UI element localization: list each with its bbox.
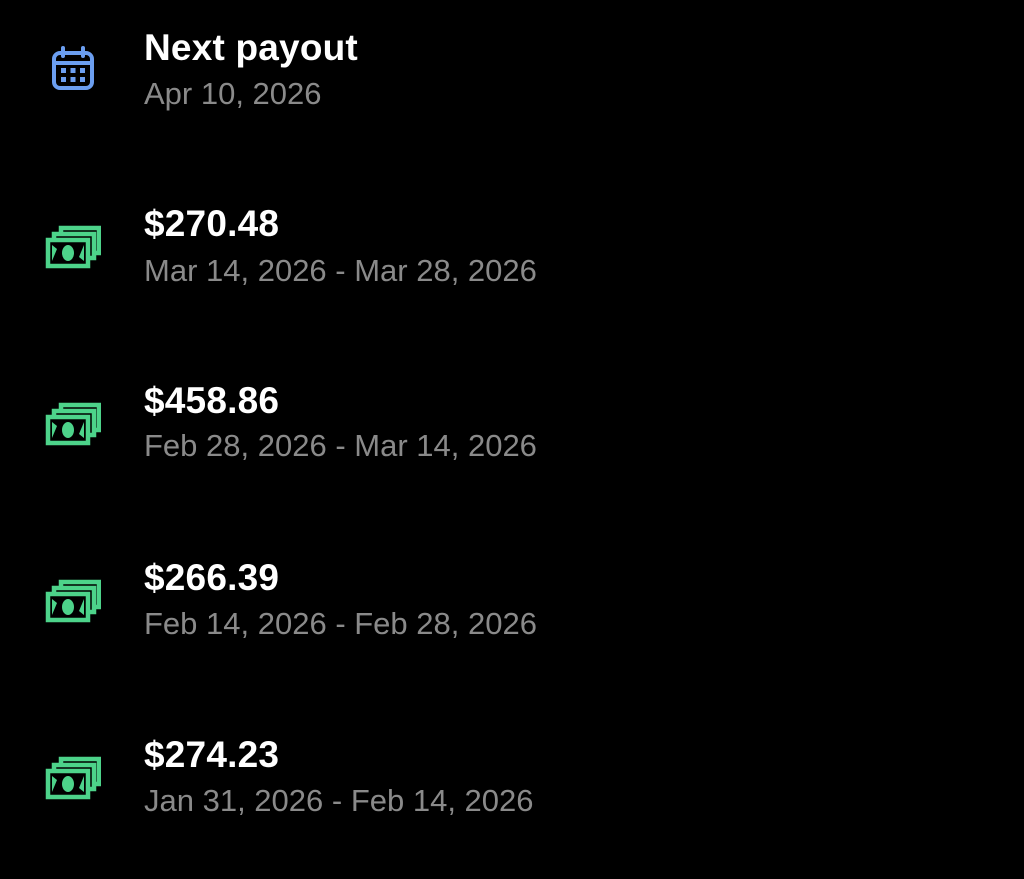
payout-period: Jan 31, 2026 - Feb 14, 2026 — [144, 783, 534, 818]
calendar-icon — [52, 46, 94, 90]
payout-row[interactable]: $458.86 Feb 28, 2026 - Mar 14, 2026 — [0, 354, 1024, 474]
payout-row[interactable]: $266.39 Feb 14, 2026 - Feb 28, 2026 — [0, 531, 1024, 651]
money-icon — [45, 579, 101, 623]
next-payout-row[interactable]: Next payout Apr 10, 2026 — [0, 0, 1024, 120]
payout-period: Feb 28, 2026 - Mar 14, 2026 — [144, 428, 537, 463]
payout-period: Feb 14, 2026 - Feb 28, 2026 — [144, 606, 537, 641]
payout-amount: $270.48 — [144, 203, 280, 244]
payout-row[interactable]: $270.48 Mar 14, 2026 - Mar 28, 2026 — [0, 177, 1024, 297]
payout-amount: $458.86 — [144, 380, 280, 421]
payout-period: Mar 14, 2026 - Mar 28, 2026 — [144, 253, 537, 288]
next-payout-title: Next payout — [144, 27, 358, 68]
money-icon — [45, 756, 101, 800]
payout-row[interactable]: $274.23 Jan 31, 2026 - Feb 14, 2026 — [0, 708, 1024, 828]
next-payout-date: Apr 10, 2026 — [144, 76, 322, 111]
money-icon — [45, 225, 101, 269]
money-icon — [45, 402, 101, 446]
payout-amount: $266.39 — [144, 557, 280, 598]
payout-amount: $274.23 — [144, 734, 280, 775]
